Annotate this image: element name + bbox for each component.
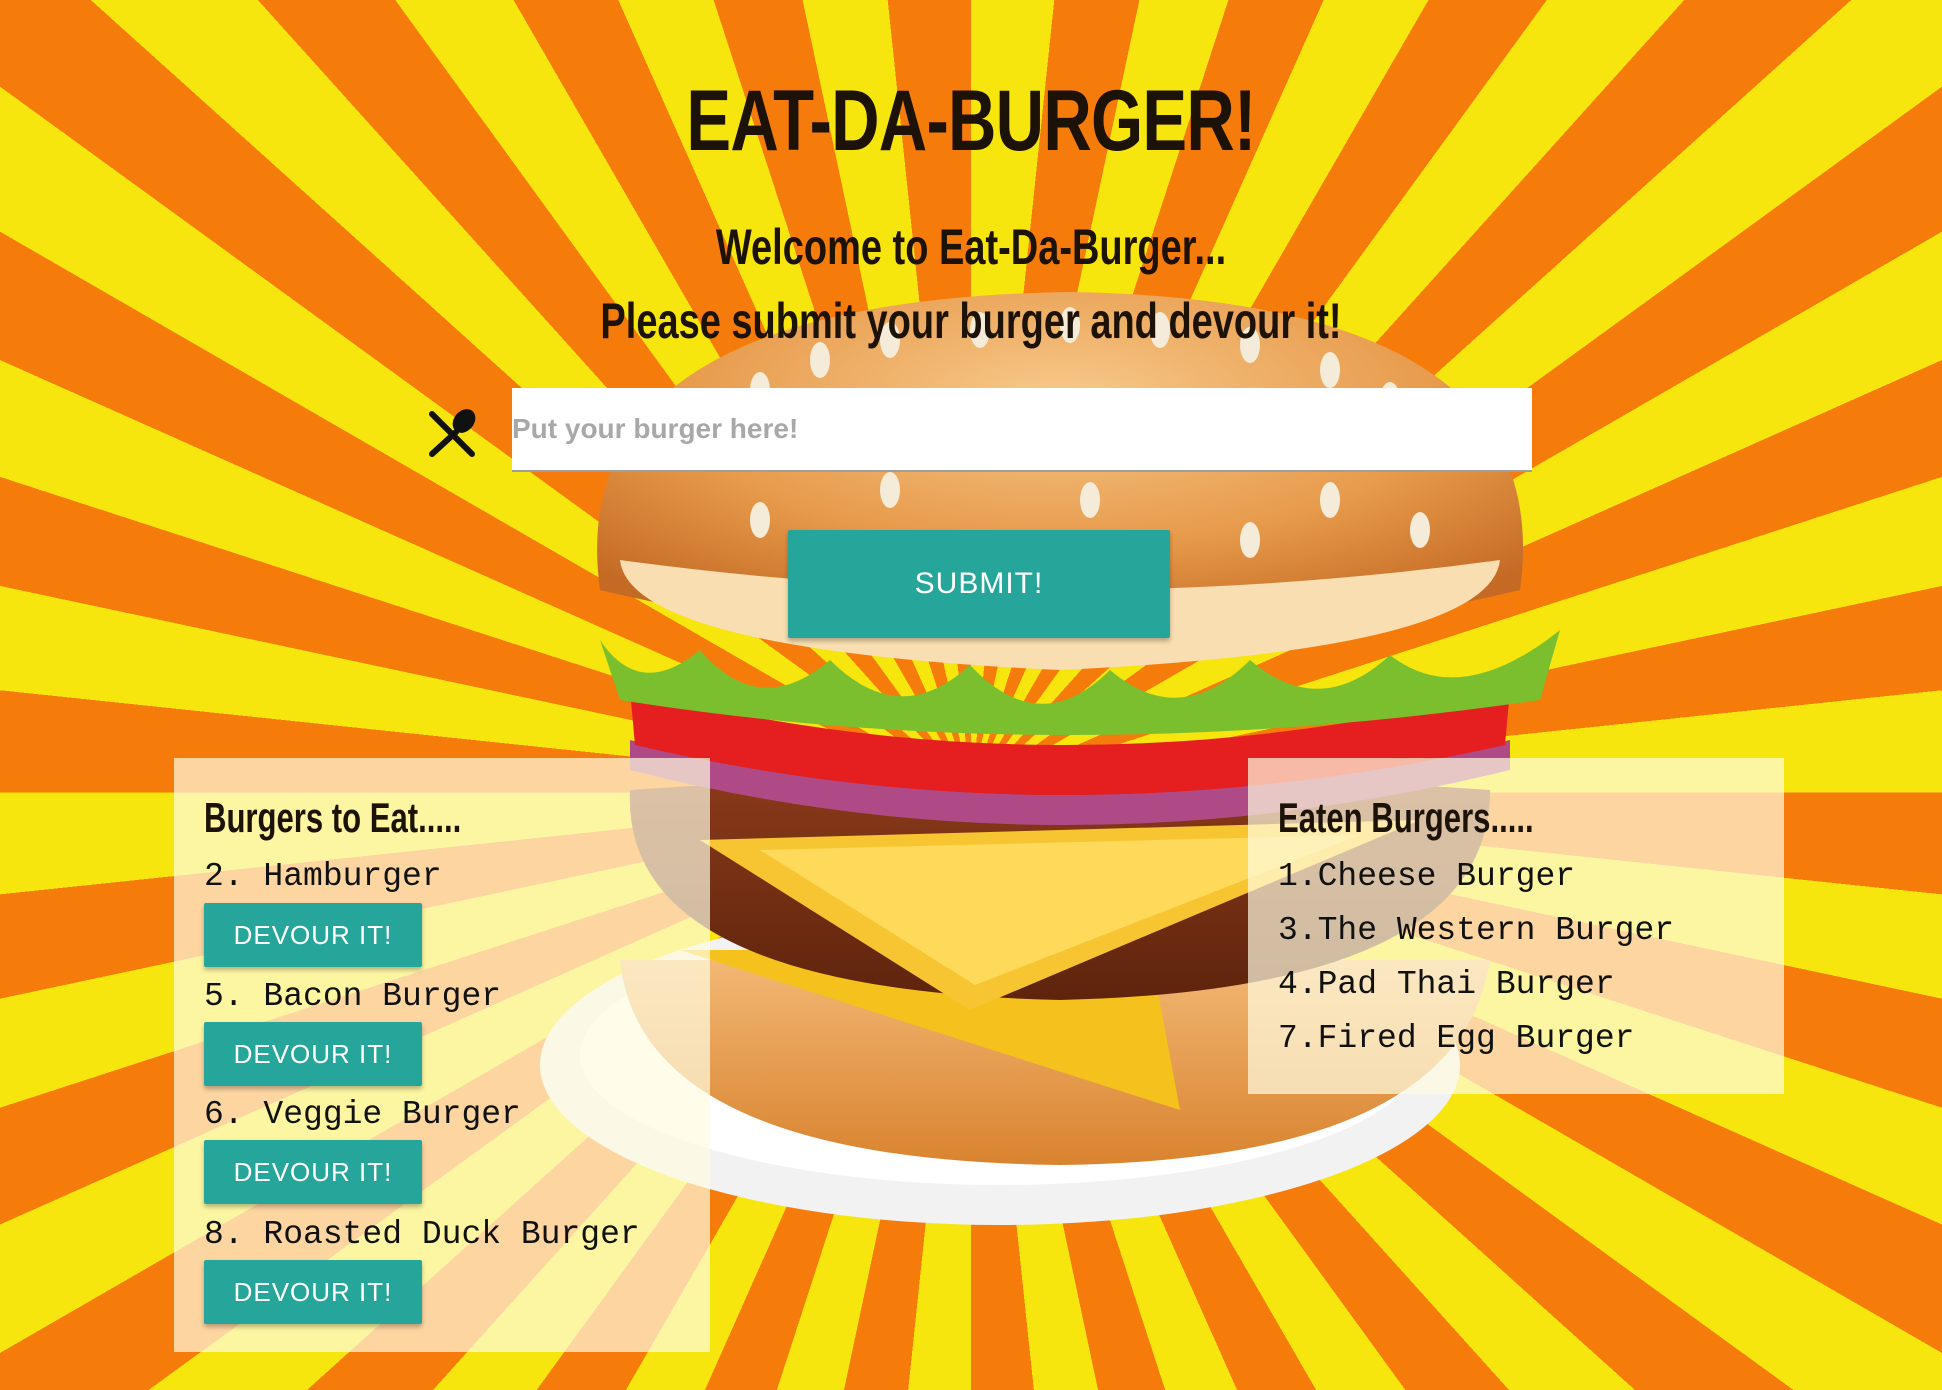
devour-button[interactable]: DEVOUR IT! [204, 1140, 422, 1204]
burger-item-label: 8. Roasted Duck Burger [204, 1216, 640, 1253]
page-title: EAT-DA-BURGER! [686, 73, 1256, 169]
burgers-to-eat-title: Burgers to Eat..... [204, 794, 462, 841]
burger-item-label: 6. Veggie Burger [204, 1096, 521, 1133]
devour-button[interactable]: DEVOUR IT! [204, 1022, 422, 1086]
burger-item-label: 5. Bacon Burger [204, 978, 502, 1015]
prompt-text: Please submit your burger and devour it! [600, 293, 1342, 349]
eaten-burgers-title: Eaten Burgers..... [1278, 794, 1534, 841]
devour-button[interactable]: DEVOUR IT! [204, 903, 422, 967]
eaten-burger-item: 1.Cheese Burger [1278, 858, 1576, 895]
welcome-text: Welcome to Eat-Da-Burger... [715, 219, 1227, 275]
devour-button[interactable]: DEVOUR IT! [204, 1260, 422, 1324]
eaten-burger-item: 3.The Western Burger [1278, 912, 1675, 949]
eaten-burger-item: 4.Pad Thai Burger [1278, 966, 1615, 1003]
burger-input[interactable] [512, 388, 1532, 472]
submit-button[interactable]: SUBMIT! [788, 530, 1170, 638]
eaten-burger-item: 7.Fired Egg Burger [1278, 1020, 1635, 1057]
fork-spoon-icon [429, 409, 476, 457]
eaten-burgers-panel: Eaten Burgers..... 1.Cheese Burger 3.The… [1248, 758, 1784, 1094]
burgers-to-eat-panel: Burgers to Eat..... 2. Hamburger DEVOUR … [174, 758, 710, 1352]
burger-item-label: 2. Hamburger [204, 858, 442, 895]
